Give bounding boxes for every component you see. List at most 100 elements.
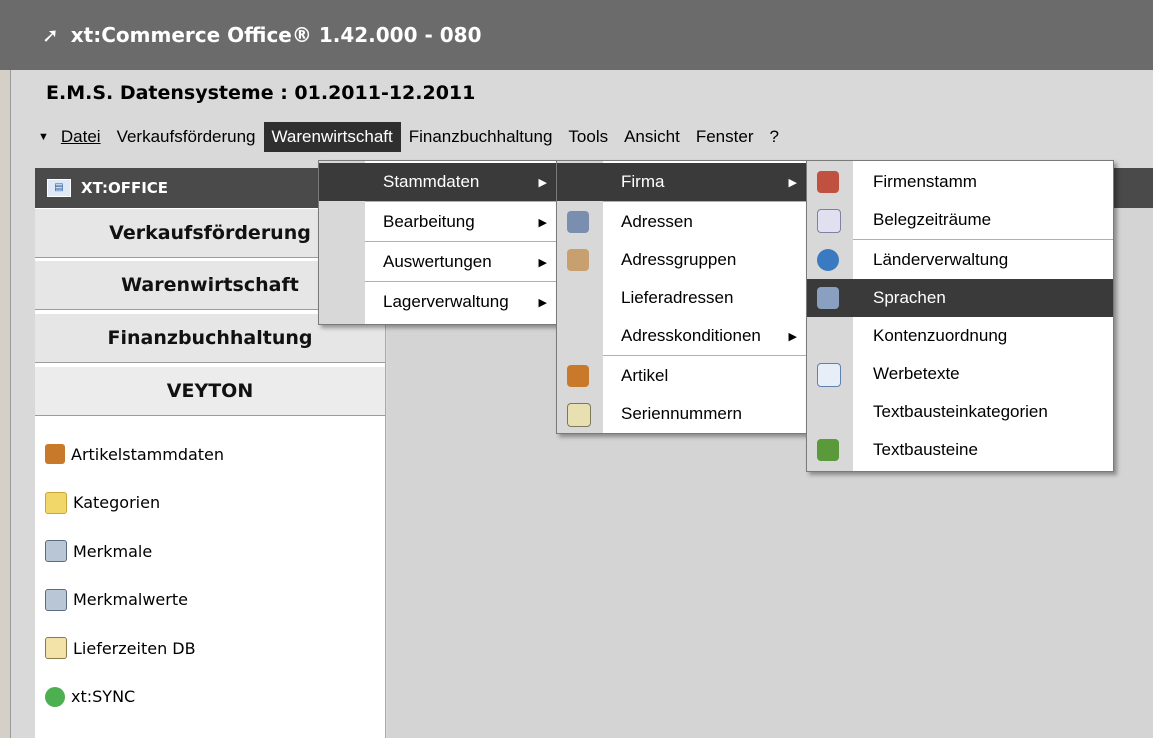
submenu-arrow-icon: ▶: [788, 176, 797, 189]
office-icon: ▤: [47, 179, 71, 197]
menu-firma-submenu: Firmenstamm Belegzeiträume Länderverwalt…: [806, 160, 1114, 472]
menu-item-label: Firmenstamm: [873, 172, 977, 191]
menu-item-label: Lieferadressen: [621, 288, 734, 307]
calendar-icon: [817, 209, 841, 233]
languages-icon: [817, 287, 839, 309]
menu-stammdaten-submenu: Firma ▶ Adressen Adressgruppen Lieferadr…: [556, 160, 808, 434]
menu-item-label: Adressen: [621, 212, 693, 231]
house-icon: [817, 171, 839, 193]
nav-header-label: XT:OFFICE: [81, 179, 169, 197]
menu-item-bearbeitung[interactable]: Bearbeitung ▶: [319, 203, 557, 241]
menu-separator: [365, 241, 557, 242]
menu-item-adressgruppen[interactable]: Adressgruppen: [557, 241, 807, 279]
title-bar: ➚ xt:Commerce Office® 1.42.000 - 080: [0, 0, 1153, 70]
menu-item-firma[interactable]: Firma ▶: [557, 163, 807, 201]
nav-item-merkmalwerte[interactable]: Merkmalwerte: [45, 576, 224, 625]
menu-item-label: Artikel: [621, 366, 669, 385]
serial-icon: [567, 403, 591, 427]
submenu-arrow-icon: ▶: [538, 256, 547, 269]
nav-item-lieferzeiten[interactable]: Lieferzeiten DB: [45, 624, 224, 673]
feature-values-icon: [45, 588, 67, 611]
delivery-icon: [45, 637, 67, 660]
blocks-icon: [817, 439, 839, 461]
menu-dropdown-icon[interactable]: ▼: [38, 131, 49, 143]
menu-item-label: Seriennummern: [621, 404, 742, 423]
menu-item-lieferadressen[interactable]: Lieferadressen: [557, 279, 807, 317]
menu-item-label: Belegzeiträume: [873, 210, 992, 229]
features-icon: [45, 540, 67, 563]
submenu-arrow-icon: ▶: [538, 296, 547, 309]
nav-item-artikelstammdaten[interactable]: Artikelstammdaten: [45, 430, 224, 479]
nav-item-xtsync[interactable]: xt:SYNC: [45, 673, 224, 722]
submenu-arrow-icon: ▶: [538, 216, 547, 229]
nav-item-merkmale[interactable]: Merkmale: [45, 527, 224, 576]
menu-item-label: Textbausteinkategorien: [873, 402, 1048, 421]
menu-datei[interactable]: Datei: [53, 122, 109, 152]
menu-item-label: Sprachen: [873, 288, 946, 307]
nav-item-list: Artikelstammdaten Kategorien Merkmale Me…: [45, 430, 224, 721]
submenu-arrow-icon: ▶: [538, 176, 547, 189]
menu-ansicht[interactable]: Ansicht: [616, 122, 688, 152]
menu-separator: [853, 239, 1113, 240]
nav-item-label: Merkmale: [73, 541, 153, 561]
menu-finanzbuchhaltung[interactable]: Finanzbuchhaltung: [401, 122, 561, 152]
sync-icon: [45, 686, 65, 707]
menu-verkaufsfoerderung[interactable]: Verkaufsförderung: [109, 122, 264, 152]
menu-item-stammdaten[interactable]: Stammdaten ▶: [319, 163, 557, 201]
menu-bar: ▼ Datei Verkaufsförderung Warenwirtschaf…: [38, 122, 787, 152]
menu-item-label: Bearbeitung: [383, 212, 475, 231]
menu-separator: [603, 355, 807, 356]
submenu-arrow-icon: ▶: [788, 330, 797, 343]
menu-item-firmenstamm[interactable]: Firmenstamm: [807, 163, 1113, 201]
nav-item-label: Artikelstammdaten: [71, 444, 225, 464]
menu-item-label: Kontenzuordnung: [873, 326, 1008, 345]
nav-item-label: xt:SYNC: [71, 687, 136, 707]
menu-item-laenderverwaltung[interactable]: Länderverwaltung: [807, 241, 1113, 279]
menu-item-seriennummern[interactable]: Seriennummern: [557, 395, 807, 433]
menu-item-label: Lagerverwaltung: [383, 292, 509, 311]
nav-item-label: Lieferzeiten DB: [73, 638, 196, 658]
menu-item-kontenzuordnung[interactable]: Kontenzuordnung: [807, 317, 1113, 355]
company-label: E.M.S. Datensysteme : 01.2011-12.2011: [46, 82, 476, 104]
menu-fenster[interactable]: Fenster: [688, 122, 762, 152]
menu-item-adressen[interactable]: Adressen: [557, 203, 807, 241]
menu-help[interactable]: ?: [761, 122, 786, 152]
menu-item-label: Textbausteine: [873, 440, 978, 459]
address-groups-icon: [567, 249, 589, 271]
arrow-icon: ➚: [42, 23, 59, 47]
menu-separator: [365, 201, 557, 202]
menu-item-label: Länderverwaltung: [873, 250, 1009, 269]
menu-item-sprachen[interactable]: Sprachen: [807, 279, 1113, 317]
ad-text-icon: [817, 363, 841, 387]
nav-item-label: Kategorien: [73, 493, 161, 513]
menu-item-belegzeitraeume[interactable]: Belegzeiträume: [807, 201, 1113, 239]
menu-item-adresskonditionen[interactable]: Adresskonditionen ▶: [557, 317, 807, 355]
nav-item-kategorien[interactable]: Kategorien: [45, 479, 224, 528]
menu-item-label: Stammdaten: [383, 172, 480, 191]
menu-item-label: Adresskonditionen: [621, 326, 761, 345]
menu-warenwirtschaft[interactable]: Warenwirtschaft: [263, 122, 401, 152]
article-icon: [567, 365, 589, 387]
menu-item-auswertungen[interactable]: Auswertungen ▶: [319, 243, 557, 281]
menu-separator: [603, 201, 807, 202]
window-title: xt:Commerce Office® 1.42.000 - 080: [70, 23, 482, 47]
menu-item-label: Werbetexte: [873, 364, 960, 383]
menu-tools[interactable]: Tools: [560, 122, 616, 152]
menu-item-artikel[interactable]: Artikel: [557, 357, 807, 395]
menu-item-label: Auswertungen: [383, 252, 492, 271]
menu-item-lagerverwaltung[interactable]: Lagerverwaltung ▶: [319, 283, 557, 321]
toolbar-strip: [1110, 168, 1153, 208]
nav-item-label: Merkmalwerte: [73, 590, 188, 610]
menu-item-label: Adressgruppen: [621, 250, 737, 269]
folder-icon: [45, 491, 67, 514]
nav-section-veyton[interactable]: VEYTON: [35, 366, 385, 416]
menu-item-label: Firma: [621, 172, 665, 191]
menu-warenwirtschaft-dropdown: Stammdaten ▶ Bearbeitung ▶ Auswertungen …: [318, 160, 558, 325]
article-icon: [45, 444, 65, 465]
globe-icon: [817, 249, 839, 271]
menu-item-textbausteine[interactable]: Textbausteine: [807, 431, 1113, 469]
menu-separator: [365, 281, 557, 282]
address-icon: [567, 211, 589, 233]
menu-item-werbetexte[interactable]: Werbetexte: [807, 355, 1113, 393]
menu-item-textbausteinkategorien[interactable]: Textbausteinkategorien: [807, 393, 1113, 431]
